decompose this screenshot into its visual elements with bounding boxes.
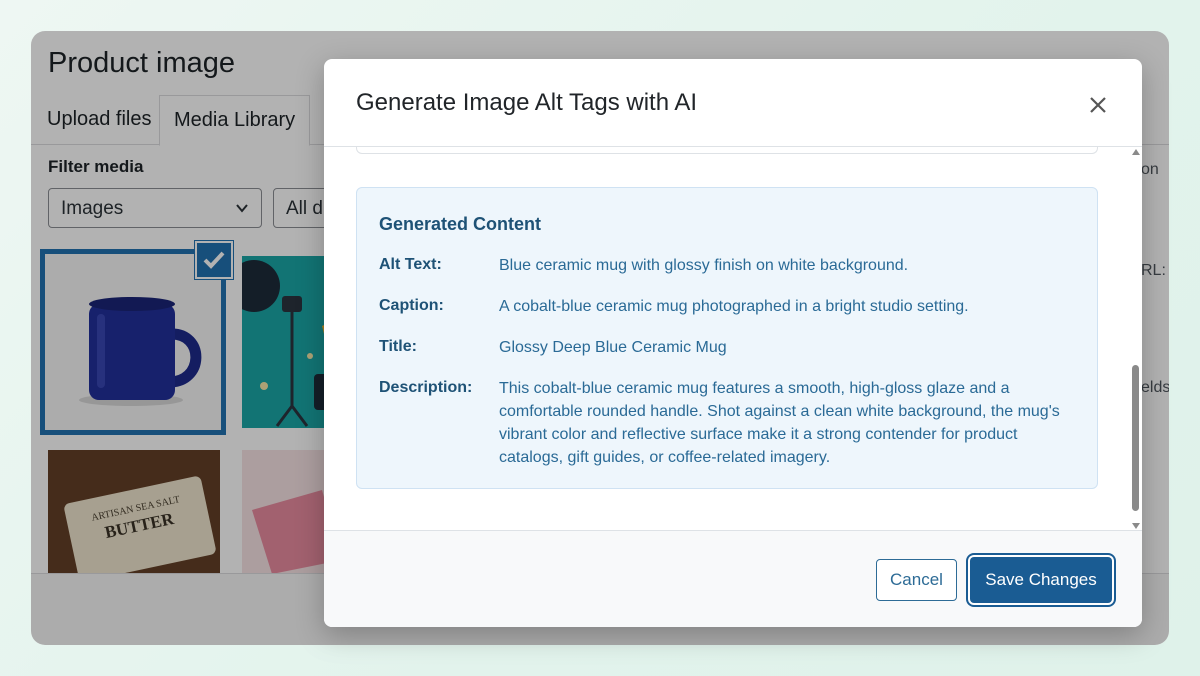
title-value: Glossy Deep Blue Ceramic Mug (499, 339, 727, 356)
scroll-up-arrow-icon[interactable] (1132, 149, 1140, 155)
modal-title: Generate Image Alt Tags with AI (356, 89, 698, 116)
scroll-down-arrow-icon[interactable] (1132, 523, 1140, 529)
modal-footer: Cancel Save Changes (324, 530, 1142, 627)
description-label: Description: (379, 379, 473, 396)
caption-value: A cobalt-blue ceramic mug photographed i… (499, 298, 969, 315)
modal-body: Generated Content Alt Text: Blue ceramic… (324, 147, 1142, 531)
generated-content-panel: Generated Content Alt Text: Blue ceramic… (356, 187, 1098, 489)
generated-content-heading: Generated Content (379, 214, 542, 234)
alt-tags-modal: Generate Image Alt Tags with AI Generate… (324, 59, 1142, 627)
scrollbar-thumb[interactable] (1132, 365, 1139, 511)
title-label: Title: (379, 338, 417, 355)
previous-card-edge (356, 147, 1098, 154)
description-value: This cobalt-blue ceramic mug features a … (499, 380, 1060, 466)
modal-scrollbar[interactable] (1130, 147, 1142, 531)
modal-header: Generate Image Alt Tags with AI (324, 59, 1142, 147)
save-changes-button[interactable]: Save Changes (970, 557, 1112, 603)
alt-text-label: Alt Text: (379, 256, 442, 273)
close-icon[interactable] (1086, 93, 1110, 117)
caption-label: Caption: (379, 297, 444, 314)
alt-text-value: Blue ceramic mug with glossy finish on w… (499, 257, 909, 274)
cancel-button[interactable]: Cancel (876, 559, 957, 601)
